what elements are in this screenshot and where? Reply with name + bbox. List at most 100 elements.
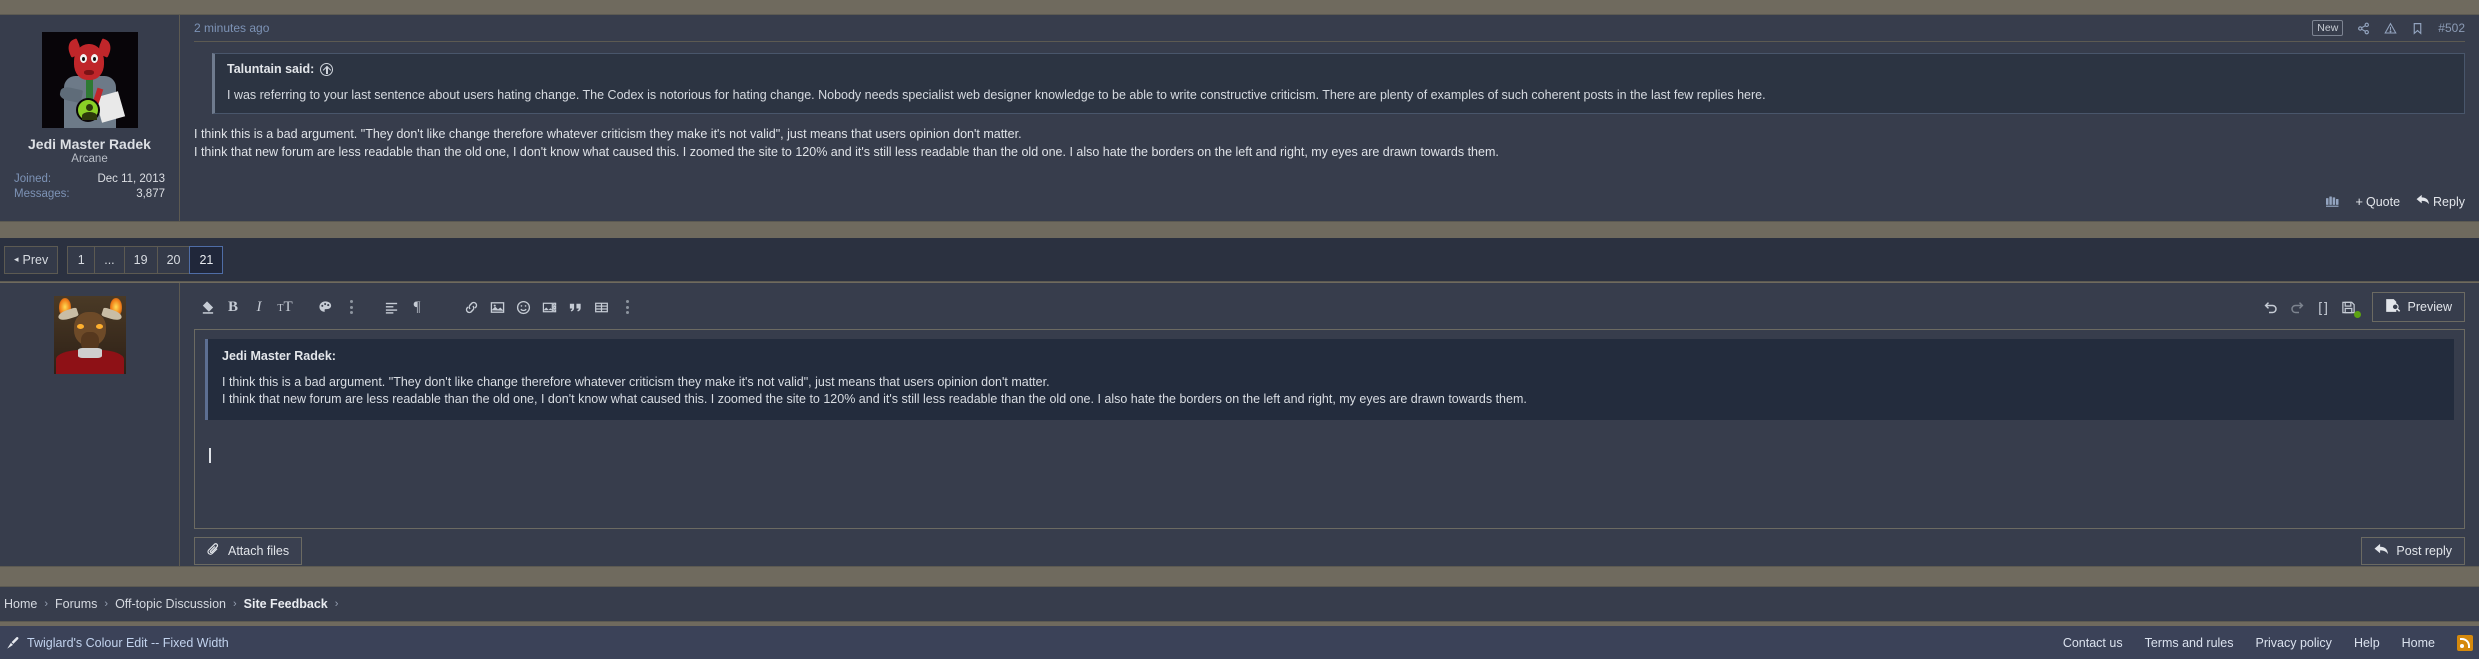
bookmark-icon[interactable]: [2411, 22, 2424, 35]
editor-quote-author: Jedi Master Radek:: [222, 349, 336, 363]
editor-quote-line: I think that new forum are less readable…: [222, 392, 1527, 406]
new-badge[interactable]: New: [2312, 20, 2344, 36]
post-content: 2 minutes ago New #502 Taluntain said: I…: [180, 15, 2479, 221]
preview-button-label: Preview: [2407, 300, 2452, 314]
post-number[interactable]: #502: [2438, 21, 2465, 35]
breadcrumb-separator: ›: [44, 598, 49, 610]
pagination-page-20[interactable]: 20: [156, 245, 191, 274]
attach-files-label: Attach files: [228, 544, 290, 558]
footer: Twiglard's Colour Edit -- Fixed Width Co…: [0, 626, 2479, 659]
post-container: Jedi Master Radek Arcane Joined: Dec 11,…: [0, 14, 2479, 222]
avatar[interactable]: [41, 32, 138, 128]
stat-label: Joined:: [14, 173, 52, 185]
italic-icon[interactable]: I: [246, 294, 272, 320]
author-stats: Joined: Dec 11, 2013 Messages: 3,877: [14, 172, 165, 202]
preview-button[interactable]: Preview: [2371, 292, 2465, 322]
breadcrumb-separator: ›: [334, 598, 339, 610]
share-icon[interactable]: [2357, 22, 2370, 35]
report-icon[interactable]: [2384, 22, 2397, 35]
bold-icon[interactable]: B: [220, 294, 246, 320]
stat-row: Messages: 3,877: [14, 187, 165, 202]
style-chooser[interactable]: Twiglard's Colour Edit -- Fixed Width: [6, 636, 229, 650]
text-color-icon[interactable]: [312, 294, 338, 320]
link-icon[interactable]: [458, 294, 484, 320]
author-username[interactable]: Jedi Master Radek: [0, 136, 179, 152]
footer-link-terms-and-rules[interactable]: Terms and rules: [2145, 636, 2234, 650]
more-block-icon[interactable]: [614, 294, 640, 320]
breadcrumb-item-forums[interactable]: Forums: [55, 597, 97, 611]
pagination-page-1[interactable]: 1: [67, 245, 96, 274]
plus-icon: +: [2355, 194, 2363, 209]
text-cursor: [209, 448, 211, 463]
reply-arrow-icon: [2374, 543, 2389, 559]
avatar[interactable]: [53, 296, 126, 374]
footer-link-privacy-policy[interactable]: Privacy policy: [2256, 636, 2332, 650]
editor-main: B I TT ¶ [] Preview Jedi Master Radek: …: [180, 283, 2479, 566]
chevron-left-icon: ◂: [14, 254, 19, 264]
align-icon[interactable]: [378, 294, 404, 320]
footer-link-contact-us[interactable]: Contact us: [2063, 636, 2123, 650]
author-title: Arcane: [71, 153, 108, 165]
stat-row: Joined: Dec 11, 2013: [14, 172, 165, 187]
stat-label: Messages:: [14, 188, 70, 200]
breadcrumb-item-site-feedback[interactable]: Site Feedback: [244, 597, 328, 611]
stat-value: 3,877: [136, 188, 165, 200]
breadcrumb-item-off-topic-discussion[interactable]: Off-topic Discussion: [115, 597, 226, 611]
breadcrumb-item-home[interactable]: Home: [4, 597, 37, 611]
stat-value: Dec 11, 2013: [97, 173, 165, 185]
undo-icon[interactable]: [2258, 294, 2284, 320]
paragraph-icon[interactable]: ¶: [404, 294, 430, 320]
multiquote-icon[interactable]: [2326, 195, 2339, 208]
post-body-line: I think this is a bad argument. "They do…: [194, 127, 1022, 141]
quote-button[interactable]: + Quote: [2355, 194, 2400, 209]
editor-quote-text: I think this is a bad argument. "They do…: [222, 374, 2442, 408]
pagination-ellipsis[interactable]: ...: [94, 245, 125, 274]
blockquote: Taluntain said: I was referring to your …: [212, 53, 2465, 114]
breadcrumb: Home › Forums › Off-topic Discussion › S…: [0, 586, 2479, 622]
forum-page: Jedi Master Radek Arcane Joined: Dec 11,…: [0, 0, 2479, 659]
blockquote-attribution: Taluntain said:: [227, 62, 2452, 76]
media-icon[interactable]: [536, 294, 562, 320]
rss-icon[interactable]: [2457, 634, 2473, 651]
pagination-page-21-current[interactable]: 21: [189, 245, 224, 274]
jump-to-post-icon[interactable]: [320, 62, 334, 76]
post-timestamp[interactable]: 2 minutes ago: [194, 21, 269, 35]
editor-textarea[interactable]: Jedi Master Radek: I think this is a bad…: [194, 329, 2465, 529]
editor-quote-block[interactable]: Jedi Master Radek: I think this is a bad…: [205, 339, 2454, 420]
breadcrumb-separator: ›: [104, 598, 109, 610]
redo-icon[interactable]: [2284, 294, 2310, 320]
attach-files-button[interactable]: Attach files: [194, 537, 303, 565]
post-reply-button[interactable]: Post reply: [2361, 537, 2465, 565]
preview-icon: [2385, 298, 2401, 316]
post-body: I think this is a bad argument. "They do…: [194, 126, 2465, 161]
editor-quote-line: I think this is a bad argument. "They do…: [222, 375, 1050, 389]
reply-button[interactable]: Reply: [2416, 194, 2465, 209]
more-inline-icon[interactable]: [338, 294, 364, 320]
image-icon[interactable]: [484, 294, 510, 320]
table-icon[interactable]: [588, 294, 614, 320]
blockquote-author: Taluntain said:: [227, 62, 315, 76]
pagination-prev-label: Prev: [22, 252, 49, 267]
post-actions: + Quote Reply: [2326, 194, 2465, 209]
editor-footer: Attach files Post reply: [194, 537, 2465, 565]
post-reply-label: Post reply: [2396, 544, 2452, 558]
reply-button-label: Reply: [2433, 194, 2465, 209]
editor-avatar-sidebar: [0, 283, 180, 566]
reply-editor: B I TT ¶ [] Preview Jedi Master Radek: …: [0, 283, 2479, 567]
blockquote-text: I was referring to your last sentence ab…: [227, 88, 1766, 102]
breadcrumb-separator: ›: [232, 598, 237, 610]
footer-link-help[interactable]: Help: [2354, 636, 2380, 650]
editor-toolbar: B I TT ¶ [] Preview: [194, 292, 2465, 322]
paperclip-icon: [207, 542, 221, 560]
quote-icon[interactable]: [562, 294, 588, 320]
font-size-icon[interactable]: TT: [272, 294, 298, 320]
paintbrush-icon: [6, 636, 20, 650]
pagination-prev[interactable]: ◂ Prev: [4, 245, 59, 274]
remove-formatting-icon[interactable]: [194, 294, 220, 320]
draft-saved-icon[interactable]: [2336, 294, 2362, 320]
footer-link-home[interactable]: Home: [2402, 636, 2435, 650]
smilie-icon[interactable]: [510, 294, 536, 320]
bbcode-icon[interactable]: [ ]: [2310, 294, 2336, 320]
pagination-page-19[interactable]: 19: [123, 245, 158, 274]
post-body-line: I think that new forum are less readable…: [194, 144, 1499, 159]
